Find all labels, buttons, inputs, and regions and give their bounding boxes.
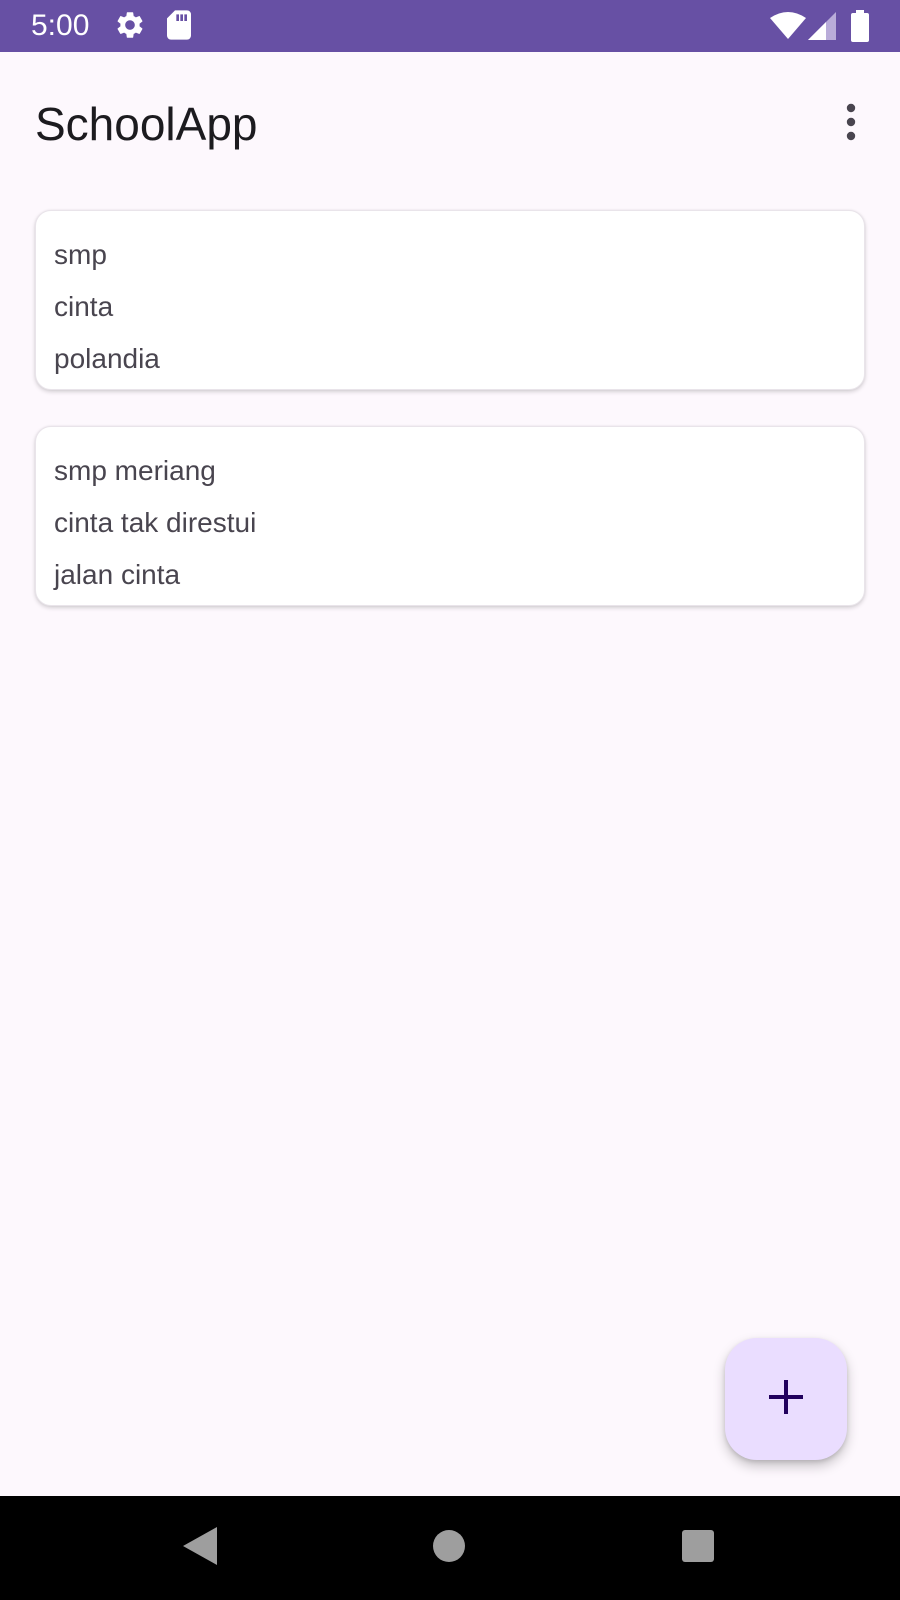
status-bar: 5:00	[0, 0, 900, 52]
note-card[interactable]: smp meriang cinta tak direstui jalan cin…	[35, 426, 865, 606]
add-note-button[interactable]	[725, 1338, 847, 1460]
note-list: smp cinta polandia smp meriang cinta tak…	[35, 210, 865, 642]
battery-icon	[851, 10, 869, 47]
note-line: smp meriang	[54, 455, 216, 486]
nav-back-button[interactable]	[170, 1518, 230, 1578]
cell-signal-icon	[808, 12, 836, 45]
note-line: jalan cinta	[54, 559, 181, 590]
more-vert-icon	[845, 103, 857, 146]
plus-icon	[769, 1379, 803, 1419]
note-line: cinta tak direstui	[54, 507, 257, 538]
system-nav-bar	[0, 1496, 900, 1600]
page-title: SchoolApp	[35, 98, 258, 150]
note-card[interactable]: smp cinta polandia	[35, 210, 865, 390]
nav-home-button[interactable]	[419, 1518, 479, 1578]
status-time: 5:00	[31, 9, 90, 42]
recents-icon	[682, 1529, 714, 1567]
note-line: polandia	[54, 343, 160, 374]
home-icon	[433, 1529, 465, 1567]
gear-icon	[114, 9, 146, 46]
note-line: cinta	[54, 291, 114, 322]
overflow-menu-button[interactable]	[822, 96, 880, 152]
note-line: smp	[54, 239, 107, 270]
sd-card-icon	[165, 9, 193, 46]
nav-recents-button[interactable]	[668, 1518, 728, 1578]
back-icon	[183, 1526, 217, 1570]
wifi-icon	[770, 12, 806, 45]
